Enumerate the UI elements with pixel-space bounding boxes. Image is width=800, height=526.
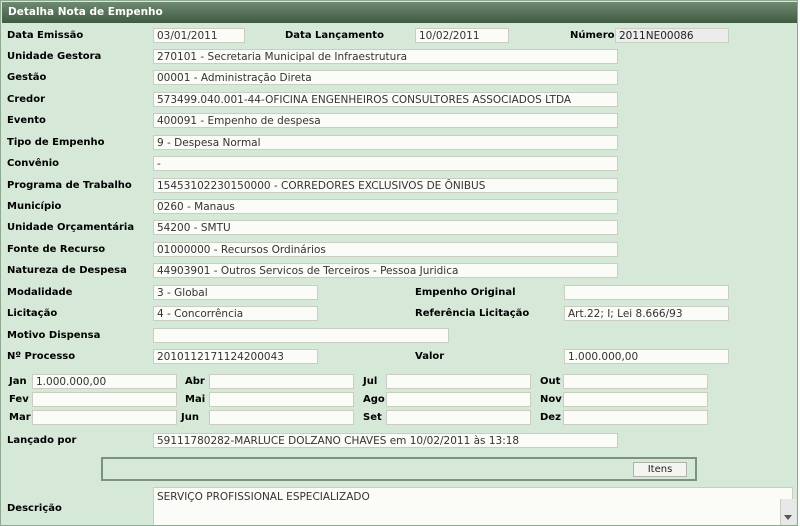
- data-lancamento-label: Data Lançamento: [285, 30, 384, 41]
- programa-label: Programa de Trabalho: [7, 180, 132, 191]
- abr-label: Abr: [185, 376, 205, 387]
- unidade-orcamentaria-label: Unidade Orçamentária: [7, 222, 135, 233]
- set-field[interactable]: [386, 410, 531, 425]
- set-label: Set: [363, 412, 382, 423]
- unidade-gestora-label: Unidade Gestora: [7, 51, 102, 62]
- fonte-field[interactable]: 01000000 - Recursos Ordinários: [153, 242, 618, 257]
- dez-label: Dez: [540, 412, 561, 423]
- evento-field[interactable]: 400091 - Empenho de despesa: [153, 113, 618, 128]
- evento-label: Evento: [7, 115, 46, 126]
- jul-field[interactable]: [386, 374, 531, 389]
- scroll-down-arrow-icon[interactable]: [784, 515, 792, 520]
- gestao-label: Gestão: [7, 72, 47, 83]
- valor-field[interactable]: 1.000.000,00: [564, 349, 729, 364]
- referencia-label: Referência Licitação: [415, 308, 530, 319]
- abr-field[interactable]: [209, 374, 354, 389]
- valor-label: Valor: [415, 351, 445, 362]
- data-emissao-label: Data Emissão: [7, 30, 84, 41]
- numero-label: Número: [570, 30, 615, 41]
- motivo-label: Motivo Dispensa: [7, 330, 101, 341]
- municipio-field[interactable]: 0260 - Manaus: [153, 199, 618, 214]
- ago-label: Ago: [363, 394, 385, 405]
- dez-field[interactable]: [563, 410, 708, 425]
- credor-field[interactable]: 573499.040.001-44-OFICINA ENGENHEIROS CO…: [153, 92, 618, 107]
- fonte-label: Fonte de Recurso: [7, 244, 106, 255]
- motivo-field[interactable]: [153, 328, 449, 343]
- natureza-field[interactable]: 44903901 - Outros Servicos de Terceiros …: [153, 263, 618, 278]
- processo-field[interactable]: 2010112171124200043: [153, 349, 318, 364]
- licitacao-field[interactable]: 4 - Concorrência: [153, 306, 318, 321]
- descricao-scrollbar[interactable]: [780, 499, 796, 525]
- gestao-field[interactable]: 00001 - Administração Direta: [153, 70, 618, 85]
- lancado-field[interactable]: 59111780282-MARLUCE DOLZANO CHAVES em 10…: [153, 433, 618, 448]
- mai-label: Mai: [185, 394, 206, 405]
- out-label: Out: [540, 376, 561, 387]
- descricao-textarea[interactable]: SERVIÇO PROFISSIONAL ESPECIALIZADO: [153, 487, 793, 525]
- credor-label: Credor: [7, 94, 46, 105]
- unidade-gestora-field[interactable]: 270101 - Secretaria Municipal de Infraes…: [153, 49, 618, 64]
- fev-field[interactable]: [32, 392, 177, 407]
- mar-field[interactable]: [32, 410, 177, 425]
- empenho-original-label: Empenho Original: [415, 287, 516, 298]
- jan-label: Jan: [9, 376, 27, 387]
- modalidade-label: Modalidade: [7, 287, 73, 298]
- detalha-nota-empenho-window: Detalha Nota de Empenho Data Emissão 03/…: [0, 0, 798, 526]
- empenho-original-field[interactable]: [564, 285, 729, 300]
- lancado-label: Lançado por: [7, 435, 77, 446]
- municipio-label: Município: [7, 201, 62, 212]
- mai-field[interactable]: [209, 392, 354, 407]
- convenio-field[interactable]: -: [153, 156, 618, 171]
- numero-field[interactable]: 2011NE00086: [615, 28, 729, 43]
- mar-label: Mar: [9, 412, 31, 423]
- window-title: Detalha Nota de Empenho: [2, 2, 797, 23]
- convenio-label: Convênio: [7, 158, 60, 169]
- unidade-orcamentaria-field[interactable]: 54200 - SMTU: [153, 220, 618, 235]
- jun-field[interactable]: [209, 410, 354, 425]
- natureza-label: Natureza de Despesa: [7, 265, 127, 276]
- data-lancamento-field[interactable]: 10/02/2011: [415, 28, 509, 43]
- ago-field[interactable]: [386, 392, 531, 407]
- fev-label: Fev: [9, 394, 29, 405]
- programa-field[interactable]: 15453102230150000 - CORREDORES EXCLUSIVO…: [153, 178, 618, 193]
- tipo-empenho-label: Tipo de Empenho: [7, 137, 105, 148]
- data-emissao-field[interactable]: 03/01/2011: [153, 28, 245, 43]
- jan-field[interactable]: 1.000.000,00: [32, 374, 177, 389]
- licitacao-label: Licitação: [7, 308, 58, 319]
- processo-label: Nº Processo: [7, 351, 76, 362]
- modalidade-field[interactable]: 3 - Global: [153, 285, 318, 300]
- nov-field[interactable]: [563, 392, 708, 407]
- itens-button[interactable]: Itens: [633, 462, 687, 477]
- jul-label: Jul: [363, 376, 378, 387]
- nov-label: Nov: [540, 394, 562, 405]
- tipo-empenho-field[interactable]: 9 - Despesa Normal: [153, 135, 618, 150]
- referencia-field[interactable]: Art.22; I; Lei 8.666/93: [564, 306, 729, 321]
- jun-label: Jun: [181, 412, 199, 423]
- descricao-label: Descrição: [7, 503, 62, 514]
- out-field[interactable]: [563, 374, 708, 389]
- itens-panel: Itens: [101, 457, 697, 481]
